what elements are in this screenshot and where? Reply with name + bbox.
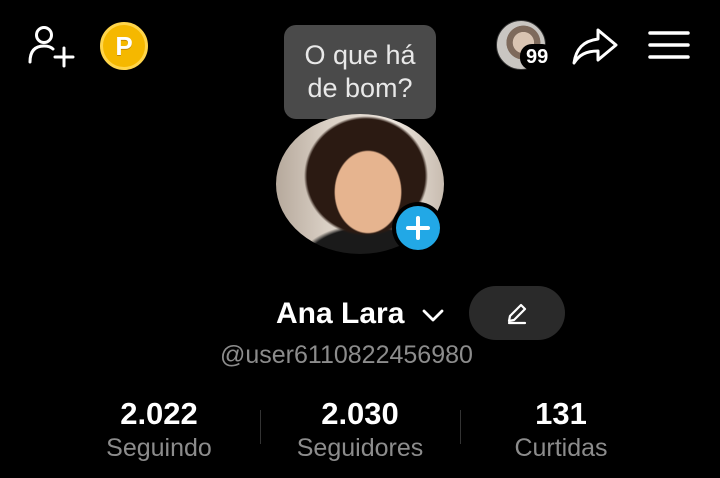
stat-followers[interactable]: 2.030 Seguidores (260, 396, 460, 464)
stat-following[interactable]: 2.022 Seguindo (59, 396, 259, 464)
profile-name[interactable]: Ana Lara (276, 296, 404, 332)
following-count: 2.022 (120, 396, 198, 431)
whats-up-tooltip[interactable]: O que há de bom? (284, 25, 436, 119)
tooltip-text: O que há de bom? (304, 40, 416, 103)
likes-label: Curtidas (514, 434, 608, 462)
add-story-button[interactable] (392, 202, 444, 254)
profile-visitors-button[interactable]: 99 (496, 20, 562, 72)
menu-icon (648, 31, 690, 59)
coin-icon: P (115, 31, 133, 61)
edit-profile-button[interactable] (469, 286, 565, 340)
plus-icon (406, 216, 430, 240)
stat-likes[interactable]: 131 Curtidas (461, 396, 661, 464)
pencil-icon (507, 303, 527, 325)
add-friend-button[interactable] (26, 22, 76, 68)
followers-label: Seguidores (296, 434, 424, 462)
chevron-down-icon (422, 309, 444, 322)
visitor-count-badge: 99 (520, 44, 555, 70)
menu-button[interactable] (644, 22, 694, 68)
share-icon (572, 28, 618, 65)
add-friend-icon (28, 26, 75, 68)
account-switch-button[interactable] (420, 304, 446, 326)
following-label: Seguindo (106, 434, 212, 462)
username: @user6110822456980 (220, 341, 473, 369)
coin-button[interactable]: P (100, 22, 148, 70)
likes-count: 131 (535, 396, 587, 431)
share-button[interactable] (570, 22, 620, 68)
followers-count: 2.030 (321, 396, 399, 431)
